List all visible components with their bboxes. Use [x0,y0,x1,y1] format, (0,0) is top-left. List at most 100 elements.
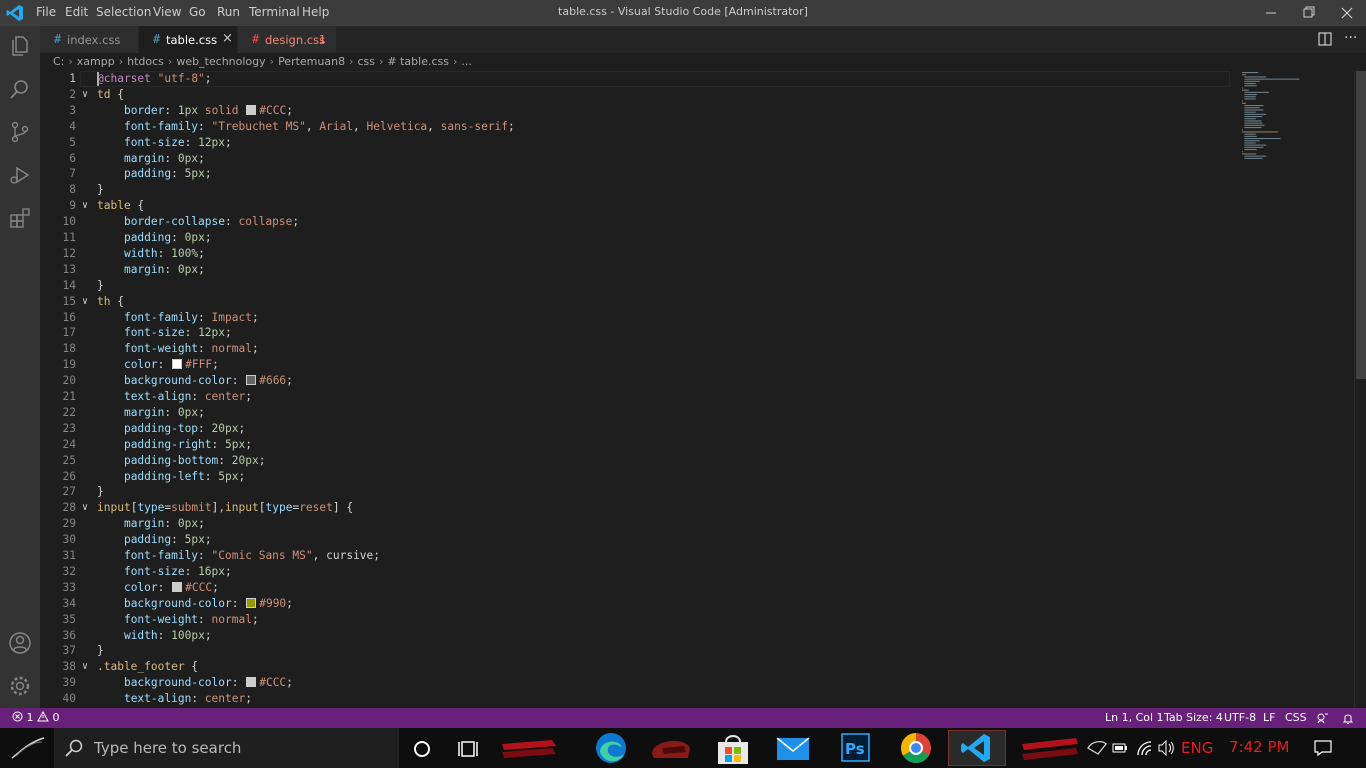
start-button-icon[interactable] [8,732,48,764]
code-line[interactable]: 14} [40,278,1240,294]
code-line[interactable]: 38 ∨ .table_footer { [40,659,1240,675]
explorer-files-icon[interactable] [8,34,32,58]
code-line[interactable]: 24 padding-right: 5px; [40,437,1240,453]
photoshop-icon[interactable]: Ps [830,730,880,766]
code-line[interactable]: 27} [40,484,1240,500]
code-line[interactable]: 36 width: 100px; [40,628,1240,644]
encoding[interactable]: UTF-8 [1224,711,1256,724]
code-line[interactable]: 5 font-size: 12px; [40,135,1240,151]
code-line[interactable]: 26 padding-left: 5px; [40,469,1240,485]
code-line[interactable]: 29 margin: 0px; [40,516,1240,532]
more-actions-icon[interactable]: ··· [1344,30,1357,46]
fold-chevron-icon[interactable]: ∨ [82,294,88,310]
tab-design-css[interactable]: # design.css 1 [238,26,336,53]
code-line[interactable]: 33 color: #CCC; [40,580,1240,596]
code-line[interactable]: 39 background-color: #CCC; [40,675,1240,691]
code-line[interactable]: 6 margin: 0px; [40,151,1240,167]
notifications-bell-icon[interactable] [1342,712,1354,724]
code-line[interactable]: 7 padding: 5px; [40,166,1240,182]
fold-chevron-icon[interactable]: ∨ [82,198,88,214]
chrome-icon[interactable] [892,730,942,766]
account-icon[interactable] [8,631,32,655]
code-line[interactable]: 31 font-family: "Comic Sans MS", cursive… [40,548,1240,564]
microsoft-store-icon[interactable] [708,730,758,766]
code-line[interactable]: 23 padding-top: 20px; [40,421,1240,437]
rog-icon[interactable] [1086,738,1108,758]
cortana-icon[interactable] [398,730,448,766]
editor-scrollbar[interactable] [1354,71,1366,708]
code-line[interactable]: 19 color: #FFF; [40,357,1240,373]
language-mode[interactable]: CSS [1285,711,1307,724]
code-line[interactable]: 17 font-size: 12px; [40,325,1240,341]
code-line[interactable]: 37} [40,643,1240,659]
helmet-app-icon[interactable] [644,730,698,766]
code-line[interactable]: 30 padding: 5px; [40,532,1240,548]
fold-chevron-icon[interactable]: ∨ [82,500,88,516]
close-tab-icon[interactable]: × [222,31,233,46]
breadcrumb-segment[interactable]: htdocs [127,55,164,68]
problems-indicator[interactable]: 1 0 [12,710,60,724]
action-center-icon[interactable] [1314,739,1332,757]
taskbar-search-box[interactable]: Type here to search [54,728,399,768]
fold-chevron-icon[interactable]: ∨ [82,659,88,675]
cursor-position[interactable]: Ln 1, Col 1 [1105,711,1164,724]
breadcrumb-segment[interactable]: xampp [77,55,115,68]
gear-icon[interactable] [8,674,32,698]
tab-index-css[interactable]: # index.css [40,26,138,53]
minimap[interactable] [1240,71,1340,171]
code-line[interactable]: 15 ∨ th { [40,294,1240,310]
breadcrumb-segment[interactable]: # table.css [387,55,449,68]
volume-icon[interactable] [1158,740,1176,756]
tab-size[interactable]: Tab Size: 4 [1164,711,1223,724]
code-line[interactable]: 40 text-align: center; [40,691,1240,707]
edge-browser-icon[interactable] [586,730,636,766]
code-line[interactable]: 13 margin: 0px; [40,262,1240,278]
code-line[interactable]: 35 font-weight: normal; [40,612,1240,628]
code-line[interactable]: 20 background-color: #666; [40,373,1240,389]
code-line[interactable]: 10 border-collapse: collapse; [40,214,1240,230]
code-line[interactable]: 4 font-family: "Trebuchet MS", Arial, He… [40,119,1240,135]
code-line[interactable]: 34 background-color: #990; [40,596,1240,612]
gaming-app-icon[interactable] [498,730,558,766]
code-line[interactable]: 16 font-family: Impact; [40,310,1240,326]
split-editor-icon[interactable] [1318,32,1332,46]
code-line[interactable]: 25 padding-bottom: 20px; [40,453,1240,469]
code-line[interactable]: 8} [40,182,1240,198]
code-line[interactable]: 2 ∨ td { [40,87,1240,103]
extensions-icon[interactable] [8,206,32,230]
run-debug-icon[interactable] [8,163,32,187]
end-of-line[interactable]: LF [1263,711,1275,724]
code-line[interactable]: 32 font-size: 16px; [40,564,1240,580]
code-line[interactable]: 22 margin: 0px; [40,405,1240,421]
breadcrumb-segment[interactable]: Pertemuan8 [278,55,345,68]
vscode-taskbar-icon[interactable] [948,730,1006,766]
code-line[interactable]: 3 border: 1px solid #CCC; [40,103,1240,119]
gaming-center-icon[interactable] [1012,730,1082,766]
code-line[interactable]: 1 @charset "utf-8"; [40,71,1240,87]
code-line[interactable]: 9 ∨ table { [40,198,1240,214]
code-line[interactable]: 28 ∨ input[type=submit],input[type=reset] … [40,500,1240,516]
breadcrumb-segment[interactable]: web_technology [176,55,265,68]
minimize-icon[interactable] [1252,0,1290,26]
breadcrumb-segment[interactable]: C: [53,55,64,68]
wifi-icon[interactable] [1136,740,1154,756]
code-line[interactable]: 21 text-align: center; [40,389,1240,405]
breadcrumb-segment[interactable]: css [357,55,375,68]
input-language[interactable]: ENG [1181,739,1213,757]
code-line[interactable]: 11 padding: 0px; [40,230,1240,246]
fold-chevron-icon[interactable]: ∨ [82,87,88,103]
restore-icon[interactable] [1290,0,1328,26]
close-icon[interactable] [1328,0,1366,26]
search-icon[interactable] [8,77,32,101]
feedback-icon[interactable] [1316,712,1329,724]
breadcrumb-segment[interactable]: ... [461,55,472,68]
mail-icon[interactable] [768,730,818,766]
task-view-icon[interactable] [446,730,496,766]
tab-table-css[interactable]: # table.css × [139,26,237,53]
code-line[interactable]: 18 font-weight: normal; [40,341,1240,357]
taskbar-clock[interactable]: 7:42 PM [1229,738,1289,756]
code-editor[interactable]: 1 @charset "utf-8"; 2 ∨ td {3 border: 1px so… [40,71,1354,708]
scrollbar-thumb[interactable] [1356,71,1366,379]
code-line[interactable]: 12 width: 100%; [40,246,1240,262]
source-control-icon[interactable] [8,120,32,144]
